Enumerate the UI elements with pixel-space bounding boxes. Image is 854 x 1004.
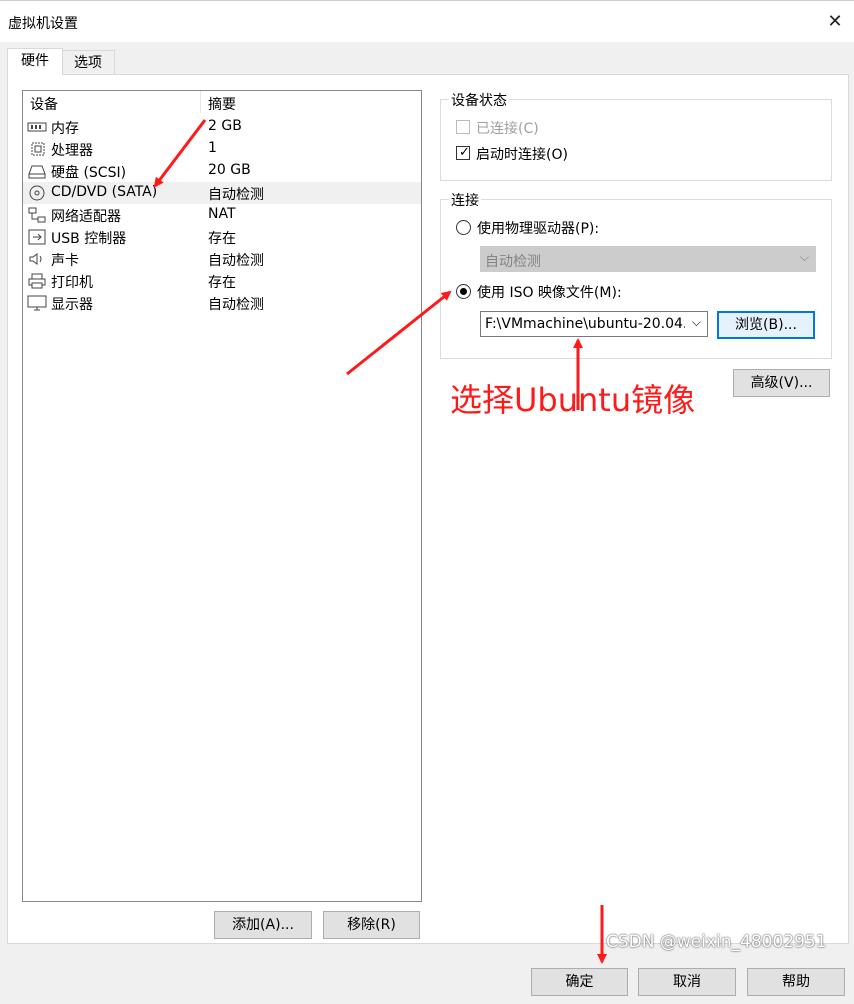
remove-device-button[interactable]: 移除(R) xyxy=(323,911,420,939)
device-name: USB 控制器 xyxy=(51,231,127,247)
device-row-memory[interactable]: 内存 2 GB xyxy=(23,116,421,138)
connect-at-poweron-label: 启动时连接(O) xyxy=(476,147,568,163)
cancel-button[interactable]: 取消 xyxy=(638,968,736,996)
tab-hardware[interactable]: 硬件 xyxy=(7,48,63,75)
device-row-display[interactable]: 显示器 自动检测 xyxy=(23,292,421,314)
tab-options[interactable]: 选项 xyxy=(61,50,115,75)
connection-title: 连接 xyxy=(449,190,481,210)
device-row-cd-dvd[interactable]: CD/DVD (SATA) 自动检测 xyxy=(23,182,421,204)
column-divider[interactable] xyxy=(200,91,201,113)
device-summary: 存在 xyxy=(208,275,236,291)
device-name: 硬盘 (SCSI) xyxy=(51,165,127,181)
physical-drive-label: 使用物理驱动器(P): xyxy=(477,221,600,237)
speaker-icon xyxy=(29,253,42,265)
title-bar: 虚拟机设置 ✕ xyxy=(0,0,854,43)
watermark: CSDN @weixin_48002951 xyxy=(606,932,827,952)
device-summary: 自动检测 xyxy=(208,187,264,203)
browse-button[interactable]: 浏览(B)... xyxy=(717,311,815,339)
chevron-down-icon: ⌵ xyxy=(691,315,701,329)
hard-disk-icon xyxy=(28,165,46,179)
device-summary: 2 GB xyxy=(208,118,242,134)
list-header: 设备 摘要 xyxy=(23,91,421,113)
usb-icon xyxy=(28,229,46,245)
close-icon[interactable]: ✕ xyxy=(824,11,846,33)
printer-icon xyxy=(28,273,46,289)
device-name: 网络适配器 xyxy=(51,209,121,225)
device-row-hard-disk[interactable]: 硬盘 (SCSI) 20 GB xyxy=(23,160,421,182)
iso-path-value: F:\VMmachine\ubuntu-20.04.3 xyxy=(485,316,685,332)
device-summary: 存在 xyxy=(208,231,236,247)
column-header-summary[interactable]: 摘要 xyxy=(208,94,236,114)
radio-selected-dot xyxy=(460,288,467,295)
device-summary: 20 GB xyxy=(208,162,251,178)
device-name: 内存 xyxy=(51,121,79,137)
network-adapter-icon xyxy=(28,207,46,223)
annotation-text: 选择Ubuntu镜像 xyxy=(450,381,696,419)
device-name: 显示器 xyxy=(51,297,93,313)
iso-file-radio[interactable] xyxy=(456,284,471,299)
processor-icon xyxy=(31,142,45,156)
ok-button[interactable]: 确定 xyxy=(531,968,628,996)
monitor-icon xyxy=(27,295,47,311)
memory-icon xyxy=(27,122,47,132)
device-name: 处理器 xyxy=(51,143,93,159)
connected-label: 已连接(C) xyxy=(476,121,539,137)
device-row-printer[interactable]: 打印机 存在 xyxy=(23,270,421,292)
connection-group: 连接 使用物理驱动器(P): 自动检测 ⌵ 使用 ISO 映像文件(M): F:… xyxy=(440,190,832,359)
physical-drive-radio[interactable] xyxy=(456,220,471,235)
device-row-usb[interactable]: USB 控制器 存在 xyxy=(23,226,421,248)
device-name: 打印机 xyxy=(51,275,93,291)
iso-file-label: 使用 ISO 映像文件(M): xyxy=(477,285,622,301)
advanced-button[interactable]: 高级(V)... xyxy=(733,369,830,397)
device-name: 声卡 xyxy=(51,253,79,269)
connect-at-poweron-checkbox[interactable]: ✓ xyxy=(456,145,470,160)
cd-dvd-icon xyxy=(29,185,45,201)
connected-checkbox[interactable] xyxy=(456,120,470,134)
device-row-network[interactable]: 网络适配器 NAT xyxy=(23,204,421,226)
device-row-sound[interactable]: 声卡 自动检测 xyxy=(23,248,421,270)
device-status-group: 设备状态 已连接(C) ✓ 启动时连接(O) xyxy=(440,90,832,181)
physical-drive-select[interactable]: 自动检测 ⌵ xyxy=(480,246,816,272)
device-name: CD/DVD (SATA) xyxy=(51,184,158,200)
window-title: 虚拟机设置 xyxy=(8,16,78,32)
add-device-button[interactable]: 添加(A)... xyxy=(214,911,312,939)
chevron-down-icon: ⌵ xyxy=(799,250,809,264)
device-list[interactable]: 设备 摘要 内存 2 GB 处理器 1 硬盘 (SCSI) 20 GB CD/D… xyxy=(22,90,422,902)
device-status-title: 设备状态 xyxy=(449,90,509,110)
iso-path-input[interactable]: F:\VMmachine\ubuntu-20.04.3 ⌵ xyxy=(480,311,708,337)
device-row-processor[interactable]: 处理器 1 xyxy=(23,138,421,160)
checkmark-icon: ✓ xyxy=(459,145,470,160)
column-header-device[interactable]: 设备 xyxy=(30,94,58,114)
device-summary: 1 xyxy=(208,140,217,156)
help-button[interactable]: 帮助 xyxy=(747,968,845,996)
device-summary: 自动检测 xyxy=(208,253,264,269)
physical-drive-value: 自动检测 xyxy=(485,254,541,270)
device-summary: NAT xyxy=(208,206,236,222)
device-summary: 自动检测 xyxy=(208,297,264,313)
